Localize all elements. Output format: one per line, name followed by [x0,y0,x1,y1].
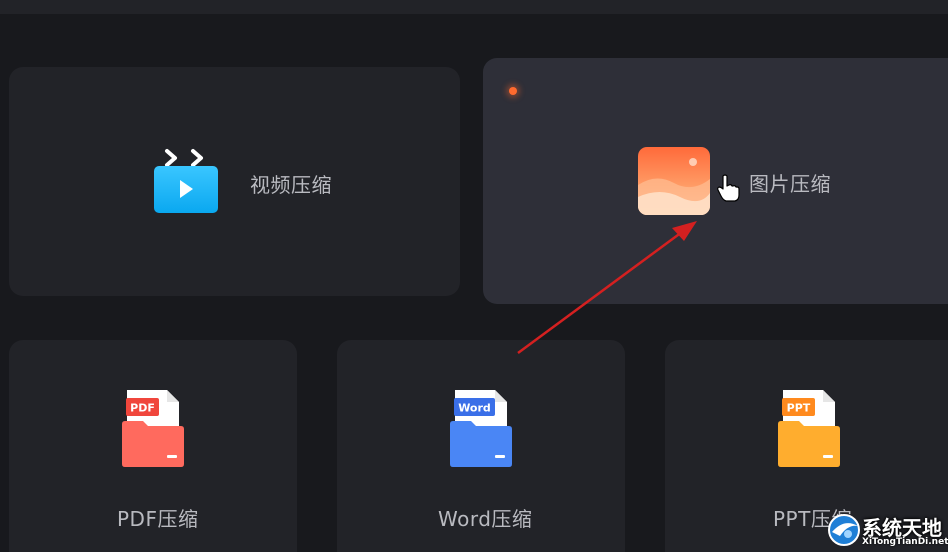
status-dot [509,87,517,95]
word-folder-icon: Word [449,388,513,468]
image-compress-card[interactable]: 图片压缩 [483,58,948,304]
watermark-subtitle: XiTongTianDi.net [862,537,948,547]
video-compress-label: 视频压缩 [250,173,332,197]
pdf-folder-icon: PDF [121,388,185,468]
image-compress-label: 图片压缩 [749,172,831,196]
word-compress-label: Word压缩 [438,507,533,531]
svg-text:PDF: PDF [130,402,155,415]
top-bar [0,0,948,14]
ppt-folder-icon: PPT [777,388,841,468]
svg-text:Word: Word [458,402,491,415]
svg-text:PPT: PPT [787,402,811,415]
word-compress-card[interactable]: Word Word压缩 [337,340,625,552]
video-compress-card[interactable]: 视频压缩 [9,67,460,296]
image-landscape-icon [638,147,710,215]
video-clapper-icon [153,148,219,214]
pdf-compress-card[interactable]: PDF PDF压缩 [9,340,297,552]
pdf-compress-label: PDF压缩 [117,507,199,531]
app-window: 视频压缩 图片压缩 PDF PDF压缩 Word Word压缩 PPT PPT压… [0,0,948,552]
watermark-logo-icon [828,514,860,546]
site-watermark: 系统天地 XiTongTianDi.net [826,508,948,552]
